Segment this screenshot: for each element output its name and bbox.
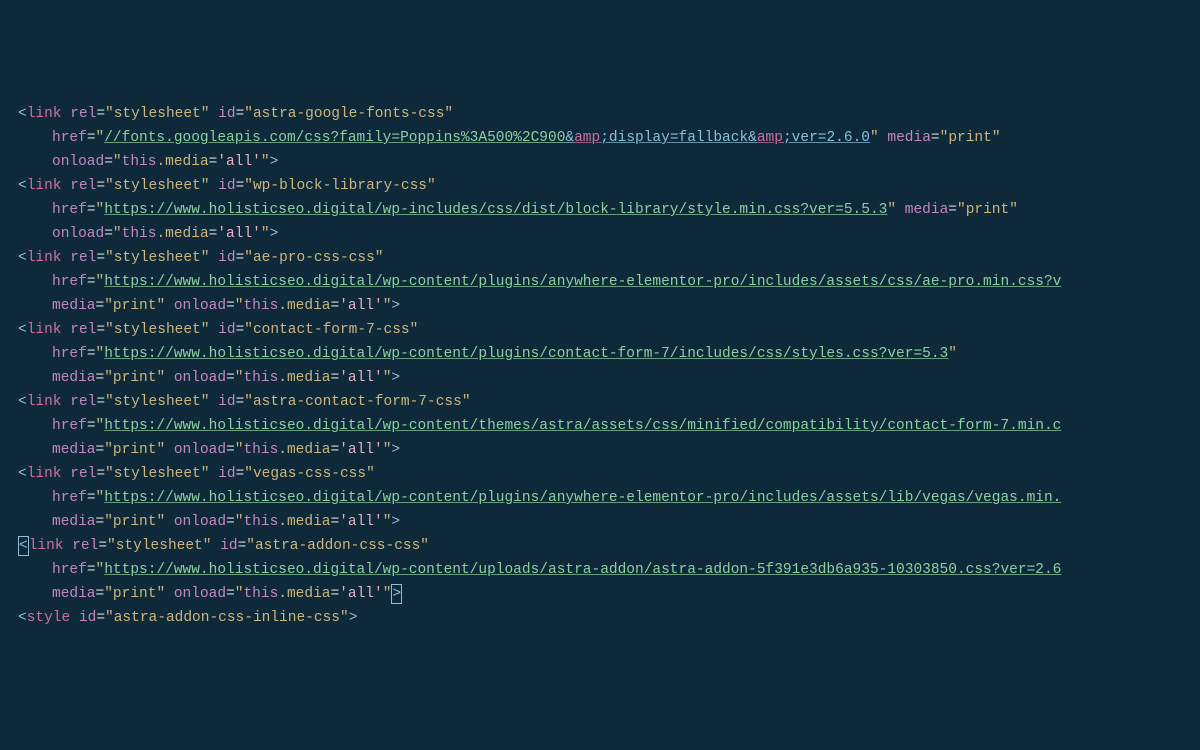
- code-line: <style id="astra-addon-css-inline-css">: [0, 606, 1200, 630]
- code-line: href="https://www.holisticseo.digital/wp…: [0, 414, 1200, 438]
- code-line: onload="this.media='all'">: [0, 222, 1200, 246]
- code-line: media="print" onload="this.media='all'">: [0, 582, 1200, 606]
- code-line: <link rel="stylesheet" id="contact-form-…: [0, 318, 1200, 342]
- code-line: media="print" onload="this.media='all'">: [0, 438, 1200, 462]
- code-line: <link rel="stylesheet" id="vegas-css-css…: [0, 462, 1200, 486]
- code-line: <link rel="stylesheet" id="ae-pro-css-cs…: [0, 246, 1200, 270]
- code-line: <link rel="stylesheet" id="wp-block-libr…: [0, 174, 1200, 198]
- code-line: <link rel="stylesheet" id="astra-contact…: [0, 390, 1200, 414]
- cursor-box: <: [18, 536, 29, 556]
- cursor-box: >: [391, 584, 402, 604]
- code-line: href="https://www.holisticseo.digital/wp…: [0, 558, 1200, 582]
- code-line: media="print" onload="this.media='all'">: [0, 294, 1200, 318]
- code-line: <link rel="stylesheet" id="astra-addon-c…: [0, 534, 1200, 558]
- code-line: onload="this.media='all'">: [0, 150, 1200, 174]
- code-line: href="https://www.holisticseo.digital/wp…: [0, 270, 1200, 294]
- code-line: <link rel="stylesheet" id="astra-google-…: [0, 102, 1200, 126]
- code-line: media="print" onload="this.media='all'">: [0, 510, 1200, 534]
- code-line: href="https://www.holisticseo.digital/wp…: [0, 342, 1200, 366]
- code-editor[interactable]: <link rel="stylesheet" id="astra-google-…: [0, 102, 1200, 630]
- code-line: href="https://www.holisticseo.digital/wp…: [0, 486, 1200, 510]
- code-line: href="//fonts.googleapis.com/css?family=…: [0, 126, 1200, 150]
- code-line: href="https://www.holisticseo.digital/wp…: [0, 198, 1200, 222]
- code-line: media="print" onload="this.media='all'">: [0, 366, 1200, 390]
